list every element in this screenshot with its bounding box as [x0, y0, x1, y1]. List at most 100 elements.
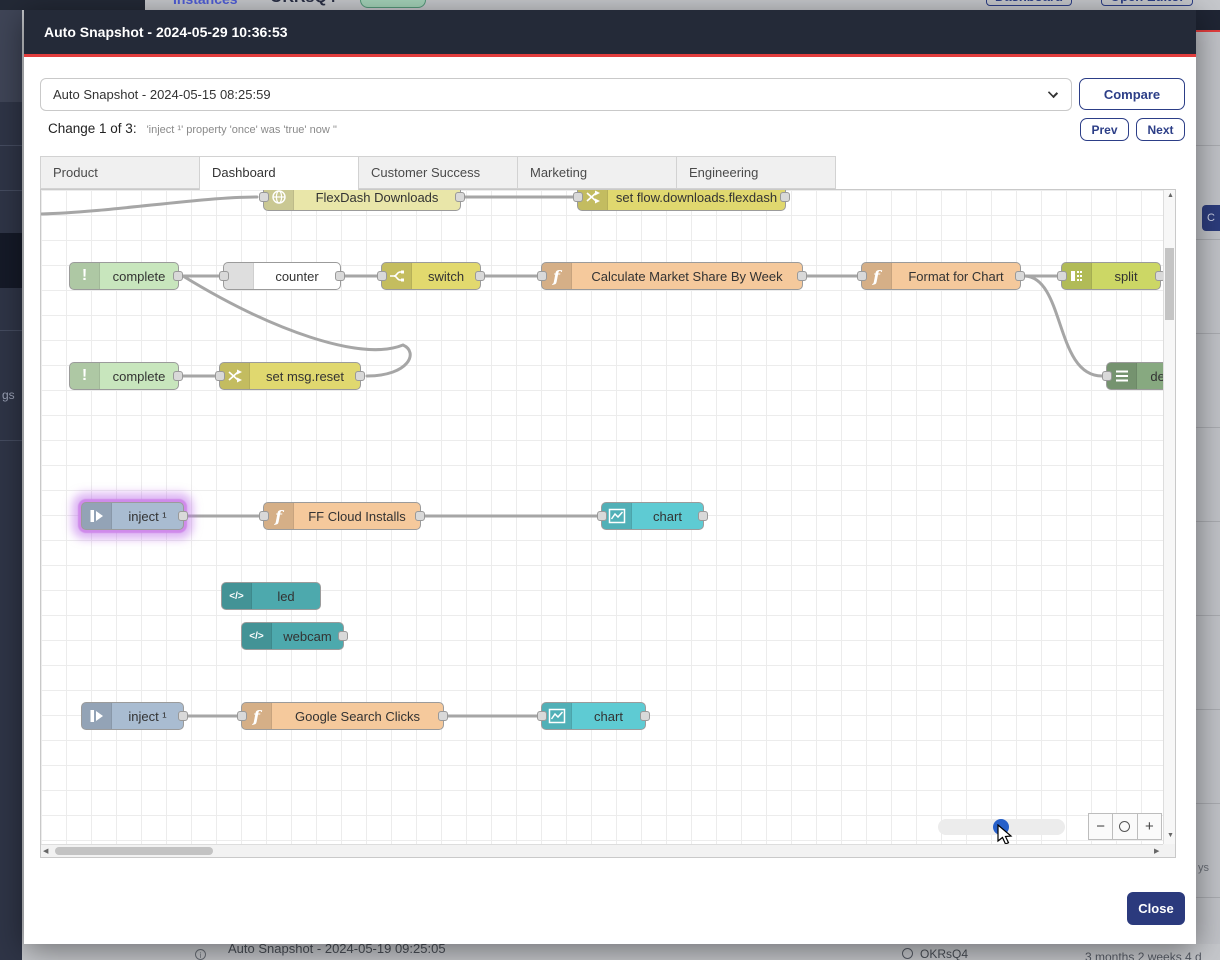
zoom-in-button[interactable]: +: [1137, 814, 1161, 839]
node-port-in: [597, 511, 607, 521]
background-right-column: C ys: [1196, 10, 1220, 960]
zoom-out-button[interactable]: −: [1089, 814, 1112, 839]
instances-link[interactable]: Instances: [173, 0, 238, 7]
sidebar-item-label-partial[interactable]: gs: [2, 388, 15, 402]
instance-name: OKRsQ4: [270, 0, 336, 7]
inject-icon: [82, 703, 112, 729]
flow-canvas: FlexDash Downloads set flow.downloads.fle…: [40, 189, 1176, 858]
scroll-down-icon[interactable]: ▼: [1167, 831, 1174, 841]
node-counter[interactable]: counter: [223, 262, 341, 290]
close-button[interactable]: Close: [1127, 892, 1185, 925]
node-ff-cloud-installs[interactable]: fFF Cloud Installs: [263, 502, 421, 530]
node-complete-2[interactable]: !complete: [69, 362, 179, 390]
info-icon: i: [195, 949, 206, 960]
horizontal-scrollbar[interactable]: ◀ ▶: [41, 844, 1164, 857]
node-chart-1[interactable]: chart: [601, 502, 704, 530]
vertical-scrollbar[interactable]: ▲ ▼: [1163, 190, 1175, 845]
node-label: webcam: [272, 629, 343, 644]
node-port-out: [780, 192, 790, 202]
node-port-out: [355, 371, 365, 381]
prev-change-button[interactable]: Prev: [1080, 118, 1129, 141]
flow-viewport[interactable]: FlexDash Downloads set flow.downloads.fle…: [41, 190, 1164, 844]
node-port-out: [173, 271, 183, 281]
node-port-in: [219, 271, 229, 281]
dashboard-button[interactable]: Dashboard: [986, 0, 1072, 6]
compare-chip-partial[interactable]: C: [1202, 205, 1220, 231]
node-debug[interactable]: debug: [1106, 362, 1164, 390]
node-label: Format for Chart: [892, 269, 1020, 284]
node-chart-2[interactable]: chart: [541, 702, 646, 730]
node-flexdash-downloads[interactable]: FlexDash Downloads: [263, 190, 461, 211]
node-port-in: [537, 271, 547, 281]
exclamation-icon: !: [70, 363, 100, 389]
node-label: chart: [572, 709, 645, 724]
node-set-flow-downloads-flexdash[interactable]: set flow.downloads.flexdash: [577, 190, 786, 211]
scrollbar-corner: [1163, 844, 1175, 857]
compare-button[interactable]: Compare: [1079, 78, 1185, 110]
node-port-out: [797, 271, 807, 281]
node-google-search-clicks[interactable]: fGoogle Search Clicks: [241, 702, 444, 730]
node-label: complete: [100, 269, 178, 284]
node-complete-1[interactable]: !complete: [69, 262, 179, 290]
background-sidebar-corner: [0, 0, 145, 10]
scroll-up-icon[interactable]: ▲: [1167, 191, 1174, 201]
node-inject-1[interactable]: inject ¹: [81, 502, 184, 530]
tab-dashboard[interactable]: Dashboard: [199, 156, 359, 190]
vertical-scrollbar-thumb[interactable]: [1165, 248, 1174, 320]
code-icon: </>: [242, 623, 272, 649]
tab-marketing[interactable]: Marketing: [517, 156, 677, 189]
node-led[interactable]: </>led: [221, 582, 321, 610]
node-port-in: [857, 271, 867, 281]
change-detail-text: 'inject ¹' property 'once' was 'true' no…: [147, 124, 337, 136]
wire: [41, 197, 257, 214]
node-port-out: [1015, 271, 1025, 281]
instance-icon: [902, 948, 913, 959]
chevron-down-icon: [1048, 88, 1058, 98]
snapshot-select[interactable]: Auto Snapshot - 2024-05-15 08:25:59: [40, 78, 1072, 111]
exclamation-icon: !: [70, 263, 100, 289]
node-port-out: [335, 271, 345, 281]
dialog-title: Auto Snapshot - 2024-05-29 10:36:53: [44, 24, 288, 40]
sidebar-active-item[interactable]: [0, 233, 22, 288]
node-split[interactable]: split: [1061, 262, 1161, 290]
flow-tabs: Product Dashboard Customer Success Marke…: [40, 156, 836, 190]
node-calculate-market-share-by-week[interactable]: fCalculate Market Share By Week: [541, 262, 803, 290]
node-format-for-chart[interactable]: fFormat for Chart: [861, 262, 1021, 290]
inject-icon: [82, 503, 112, 529]
tab-customer-success[interactable]: Customer Success: [358, 156, 518, 189]
change-counter-label: Change 1 of 3:: [48, 121, 137, 136]
scroll-right-icon[interactable]: ▶: [1154, 847, 1159, 857]
node-port-in: [215, 371, 225, 381]
snapshot-row-instance: OKRsQ4: [920, 947, 968, 960]
dialog-header: Auto Snapshot - 2024-05-29 10:36:53: [24, 10, 1196, 57]
node-port-out: [475, 271, 485, 281]
age-text-partial: ys: [1198, 862, 1209, 874]
open-editor-button[interactable]: Open Editor: [1101, 0, 1193, 6]
tab-engineering[interactable]: Engineering: [676, 156, 836, 189]
node-port-out: [698, 511, 708, 521]
wire: [1025, 276, 1102, 376]
background-sidebar: gs: [0, 10, 22, 960]
node-port-out: [178, 511, 188, 521]
node-label: Google Search Clicks: [272, 709, 443, 724]
background-top-nav: Instances OKRsQ4 Dashboard Open Editor: [0, 0, 1220, 10]
node-set-msg-reset[interactable]: set msg.reset: [219, 362, 361, 390]
scroll-left-icon[interactable]: ◀: [43, 847, 48, 857]
next-change-button[interactable]: Next: [1136, 118, 1185, 141]
node-port-out: [178, 711, 188, 721]
node-port-in: [237, 711, 247, 721]
horizontal-scrollbar-thumb[interactable]: [55, 847, 213, 855]
tab-product[interactable]: Product: [40, 156, 200, 189]
snapshot-row-age: 3 months 2 weeks 4 d: [1085, 950, 1202, 960]
node-webcam[interactable]: </>webcam: [241, 622, 344, 650]
node-label: set flow.downloads.flexdash: [608, 190, 785, 205]
node-port-out: [438, 711, 448, 721]
code-icon: </>: [222, 583, 252, 609]
node-label: complete: [100, 369, 178, 384]
change-summary: Change 1 of 3: 'inject ¹' property 'once'…: [48, 120, 337, 144]
zoom-reset-button[interactable]: [1112, 814, 1136, 839]
node-switch[interactable]: switch: [381, 262, 481, 290]
zoom-button-group: − +: [1088, 813, 1162, 840]
background-bottom-row: i Auto Snapshot - 2024-05-19 09:25:05 OK…: [22, 944, 1220, 960]
node-inject-2[interactable]: inject ¹: [81, 702, 184, 730]
